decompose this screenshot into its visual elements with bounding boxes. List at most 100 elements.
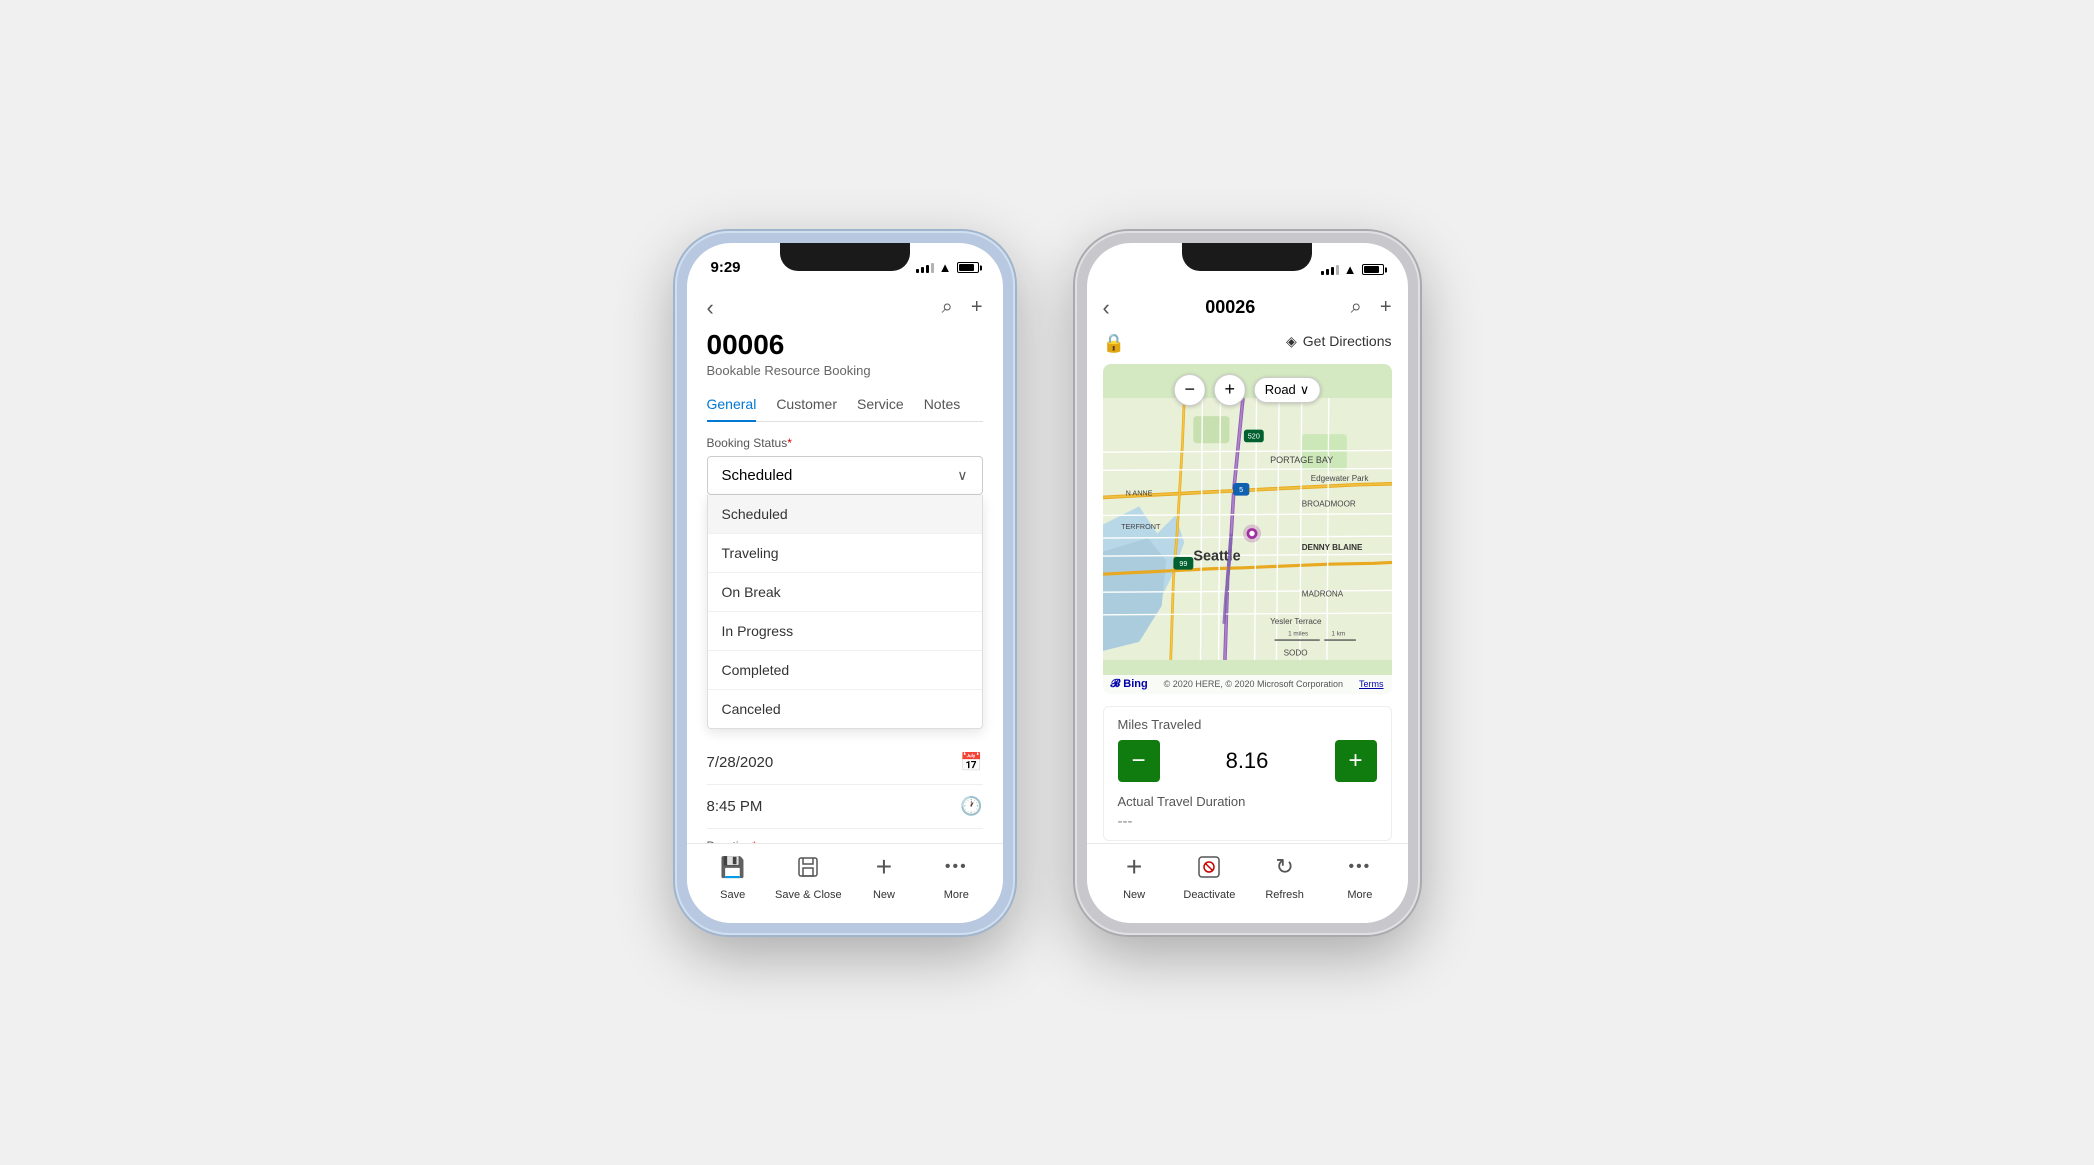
booking-status-dropdown: Scheduled ∨ Scheduled Traveling On Break…	[707, 456, 983, 729]
new-icon-right: +	[1116, 849, 1152, 885]
refresh-label: Refresh	[1265, 889, 1304, 901]
time-value: 8:45 PM	[707, 798, 763, 815]
miles-minus-button[interactable]: −	[1118, 740, 1160, 782]
dropdown-select[interactable]: Scheduled ∨	[707, 456, 983, 495]
date-field[interactable]: 7/28/2020 📅	[707, 741, 983, 785]
new-label-left: New	[873, 889, 895, 901]
tab-service[interactable]: Service	[857, 390, 904, 422]
signal-icon	[916, 263, 934, 273]
dropdown-item-traveling[interactable]: Traveling	[708, 534, 982, 573]
add-icon-left[interactable]: +	[971, 296, 983, 319]
search-icon-left[interactable]: ⌕	[942, 296, 953, 319]
header-icons-left: ⌕ +	[942, 296, 983, 319]
map-type-button[interactable]: Road ∨	[1254, 377, 1321, 403]
battery-icon	[957, 262, 979, 273]
more-button-left[interactable]: ••• More	[926, 849, 986, 901]
save-close-button[interactable]: Save & Close	[775, 849, 842, 901]
status-icons-right: ▲	[1321, 262, 1384, 277]
map-svg: PORTAGE BAY Edgewater Park N ANNE BROADM…	[1103, 364, 1392, 694]
svg-text:TERFRONT: TERFRONT	[1121, 522, 1161, 531]
duration-label: Duration*	[707, 839, 983, 843]
svg-text:MADRONA: MADRONA	[1301, 589, 1343, 598]
deactivate-icon	[1191, 849, 1227, 885]
travel-duration-value: ---	[1118, 813, 1377, 830]
tab-customer[interactable]: Customer	[776, 390, 837, 422]
dropdown-item-canceled[interactable]: Canceled	[708, 690, 982, 728]
get-directions-label: Get Directions	[1303, 333, 1392, 349]
app-content-left: ‹ ⌕ + 00006 Bookable Resource Booking Ge…	[687, 287, 1003, 843]
svg-text:PORTAGE BAY: PORTAGE BAY	[1270, 455, 1333, 465]
map-terms-link[interactable]: Terms	[1359, 679, 1384, 689]
more-button-right[interactable]: ••• More	[1330, 849, 1390, 901]
map-background: PORTAGE BAY Edgewater Park N ANNE BROADM…	[1103, 364, 1392, 694]
map-type-label: Road	[1265, 382, 1296, 397]
date-value: 7/28/2020	[707, 754, 774, 771]
svg-text:N ANNE: N ANNE	[1125, 488, 1152, 497]
record-subtitle-left: Bookable Resource Booking	[707, 363, 983, 378]
record-id-left: 00006	[707, 329, 983, 361]
deactivate-button[interactable]: Deactivate	[1179, 849, 1239, 901]
left-phone: 9:29 ▲ ‹	[675, 231, 1015, 935]
dropdown-item-in-progress[interactable]: In Progress	[708, 612, 982, 651]
map-container: PORTAGE BAY Edgewater Park N ANNE BROADM…	[1103, 364, 1392, 694]
dropdown-value: Scheduled	[722, 467, 793, 484]
svg-text:1 miles: 1 miles	[1288, 630, 1308, 637]
dropdown-menu: Scheduled Traveling On Break In Progress…	[707, 495, 983, 729]
back-button-right[interactable]: ‹	[1103, 295, 1110, 321]
app-content-right: ‹ 00026 ⌕ + 🔒 ◈ Get Directions	[1087, 287, 1408, 843]
save-label: Save	[720, 889, 745, 901]
bottom-bar-left: 💾 Save Save & Close + New	[687, 843, 1003, 923]
battery-icon-right	[1362, 264, 1384, 275]
add-icon-right[interactable]: +	[1380, 296, 1392, 319]
miles-plus-button[interactable]: +	[1335, 740, 1377, 782]
svg-text:BROADMOOR: BROADMOOR	[1301, 499, 1355, 508]
tabs-left: General Customer Service Notes	[707, 390, 983, 422]
app-header-left: ‹ ⌕ +	[707, 287, 983, 325]
save-close-label: Save & Close	[775, 889, 842, 901]
more-icon-right: •••	[1342, 849, 1378, 885]
svg-text:5: 5	[1239, 484, 1243, 493]
svg-text:SODO: SODO	[1283, 648, 1307, 657]
new-button-right[interactable]: + New	[1104, 849, 1164, 901]
directions-icon: ◈	[1286, 333, 1297, 350]
get-directions-button[interactable]: ◈ Get Directions	[1286, 329, 1391, 358]
save-icon: 💾	[715, 849, 751, 885]
status-icons: ▲	[916, 260, 979, 275]
svg-text:Edgewater Park: Edgewater Park	[1310, 474, 1369, 483]
chevron-down-icon: ∨	[957, 467, 967, 484]
scene: 9:29 ▲ ‹	[635, 191, 1460, 975]
right-phone: ▲ ‹ 00026 ⌕ +	[1075, 231, 1420, 935]
lock-icon: 🔒	[1103, 333, 1125, 354]
dropdown-item-completed[interactable]: Completed	[708, 651, 982, 690]
time-field[interactable]: 8:45 PM 🕐	[707, 785, 983, 829]
more-label-left: More	[944, 889, 969, 901]
miles-value: 8.16	[1160, 748, 1335, 774]
more-label-right: More	[1347, 889, 1372, 901]
record-id-right: 00026	[1205, 297, 1255, 318]
search-icon-right[interactable]: ⌕	[1351, 296, 1362, 319]
wifi-icon-right: ▲	[1344, 262, 1357, 277]
tab-notes[interactable]: Notes	[924, 390, 961, 422]
zoom-in-button[interactable]: +	[1214, 374, 1246, 406]
signal-icon-right	[1321, 265, 1339, 275]
save-button[interactable]: 💾 Save	[703, 849, 763, 901]
bing-logo: 𝓑 Bing	[1111, 678, 1148, 691]
svg-text:Yesler Terrace: Yesler Terrace	[1270, 616, 1322, 625]
zoom-out-button[interactable]: −	[1174, 374, 1206, 406]
svg-text:520: 520	[1247, 431, 1259, 440]
travel-duration-label: Actual Travel Duration	[1118, 794, 1377, 809]
more-icon-left: •••	[938, 849, 974, 885]
notch	[780, 243, 910, 271]
tab-general[interactable]: General	[707, 390, 757, 422]
back-button-left[interactable]: ‹	[707, 295, 714, 321]
svg-text:Seattle: Seattle	[1193, 548, 1240, 564]
map-type-chevron: ∨	[1300, 382, 1310, 398]
dropdown-item-scheduled[interactable]: Scheduled	[708, 495, 982, 534]
refresh-button[interactable]: ↻ Refresh	[1255, 849, 1315, 901]
new-button-left[interactable]: + New	[854, 849, 914, 901]
dropdown-item-on-break[interactable]: On Break	[708, 573, 982, 612]
map-controls: − + Road ∨	[1174, 374, 1321, 406]
map-footer: 𝓑 Bing © 2020 HERE, © 2020 Microsoft Cor…	[1103, 675, 1392, 694]
bottom-bar-right: + New Deactivate ↻ Refresh	[1087, 843, 1408, 923]
new-icon-left: +	[866, 849, 902, 885]
